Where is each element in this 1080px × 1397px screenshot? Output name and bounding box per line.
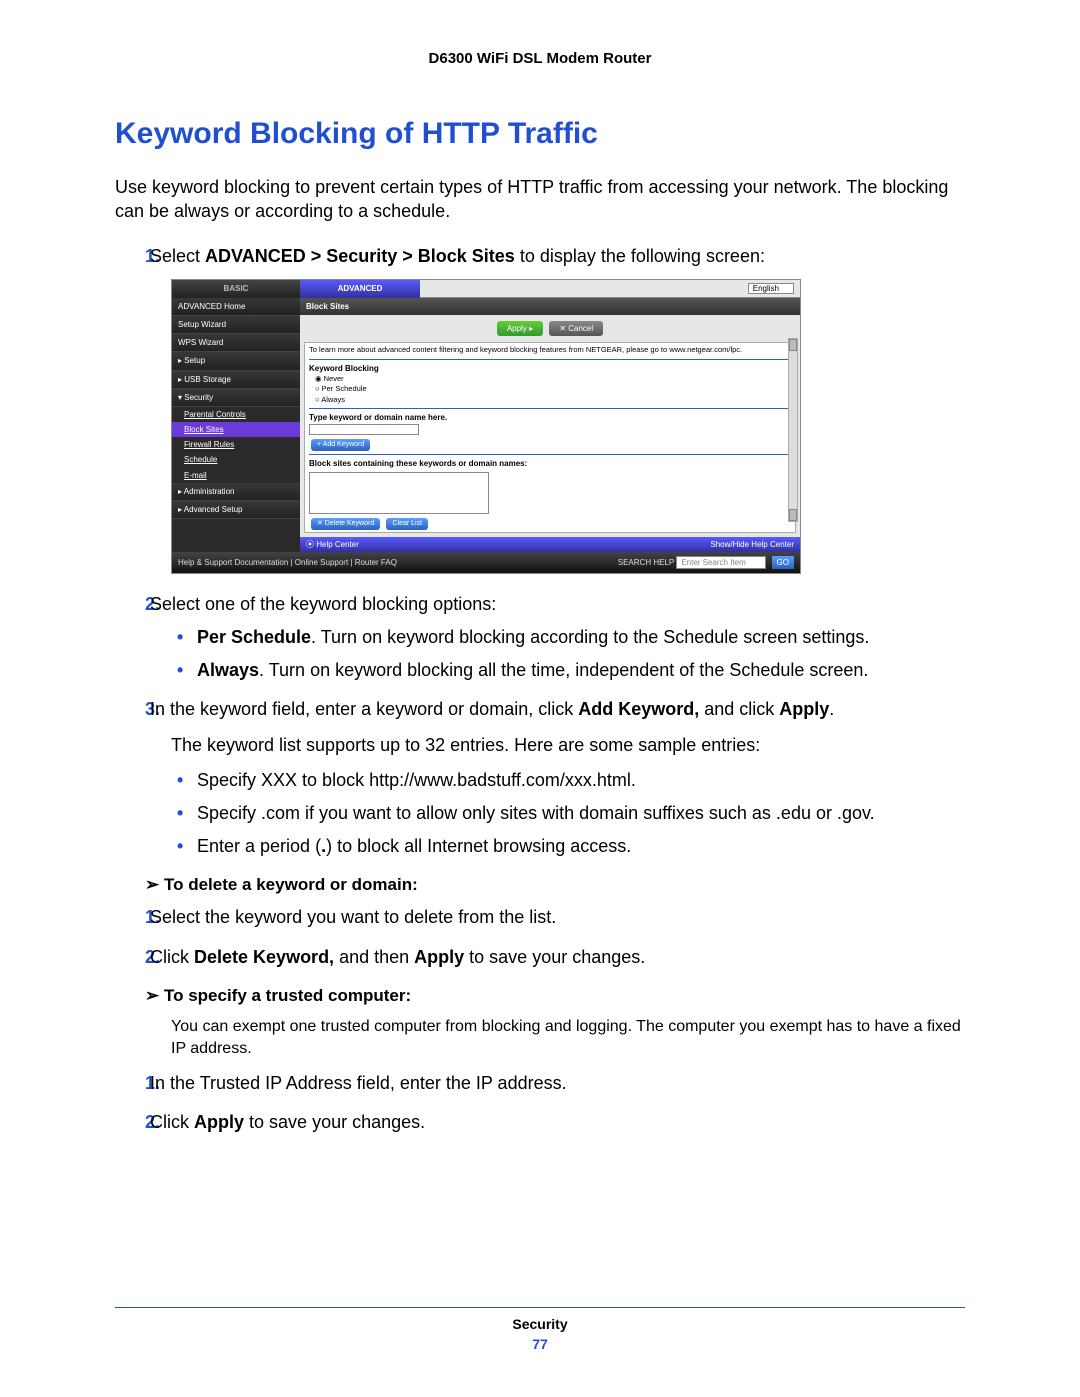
sidebar-sub-parental[interactable]: Parental Controls	[172, 407, 300, 422]
step3-note: The keyword list supports up to 32 entri…	[115, 733, 965, 758]
keyword-blocking-label: Keyword Blocking	[309, 364, 379, 373]
step-2: 2. Select one of the keyword blocking op…	[115, 592, 965, 684]
step2-bullet-always: Always. Turn on keyword blocking all the…	[177, 658, 965, 683]
procedure-trusted-heading: To specify a trusted computer:	[115, 986, 965, 1006]
delete-step-2: 2. Click Delete Keyword, and then Apply …	[115, 945, 965, 970]
scrollbar[interactable]	[788, 338, 798, 522]
language-select[interactable]: English	[748, 283, 794, 294]
add-keyword-button[interactable]: + Add Keyword	[311, 439, 370, 451]
keyword-listbox[interactable]	[309, 472, 489, 514]
router-sidebar: ADVANCED Home Setup Wizard WPS Wizard ▸ …	[172, 298, 300, 552]
sidebar-item-advanced-home[interactable]: ADVANCED Home	[172, 298, 300, 316]
section-heading: Keyword Blocking of HTTP Traffic	[115, 117, 965, 151]
type-keyword-label: Type keyword or domain name here.	[309, 413, 447, 422]
step-1: 1. Select ADVANCED > Security > Block Si…	[115, 244, 965, 574]
sidebar-item-usb-storage[interactable]: ▸ USB Storage	[172, 371, 300, 389]
help-center-link[interactable]: ⦿ Help Center	[306, 539, 359, 550]
sidebar-item-advanced-setup[interactable]: ▸ Advanced Setup	[172, 501, 300, 519]
delete-keyword-button[interactable]: ✕ Delete Keyword	[311, 518, 380, 530]
tab-advanced[interactable]: ADVANCED	[300, 280, 420, 298]
router-screenshot: BASIC ADVANCED English ADVANCED Home Set…	[171, 279, 801, 574]
step3-bullet-com: Specify .com if you want to allow only s…	[177, 801, 965, 826]
step-number: 2.	[115, 1110, 145, 1135]
trusted-step-1: 1. In the Trusted IP Address field, ente…	[115, 1071, 965, 1096]
main-steps-list: 1. Select ADVANCED > Security > Block Si…	[115, 244, 965, 860]
step-number: 1.	[115, 244, 145, 269]
procedure-delete-heading: To delete a keyword or domain:	[115, 875, 965, 895]
step-number: 2.	[115, 945, 145, 970]
sidebar-item-setup-wizard[interactable]: Setup Wizard	[172, 316, 300, 334]
trusted-intro: You can exempt one trusted computer from…	[115, 1016, 965, 1061]
step-number: 1.	[115, 905, 145, 930]
step3-bullet-xxx: Specify XXX to block http://www.badstuff…	[177, 768, 965, 793]
router-main-panel: Block Sites Apply ▸ ✕ Cancel To learn mo…	[300, 298, 800, 552]
keyword-input[interactable]	[309, 424, 419, 435]
trusted-step-2: 2. Click Apply to save your changes.	[115, 1110, 965, 1135]
step1-pre: Select	[150, 246, 205, 266]
clear-list-button[interactable]: Clear List	[386, 518, 428, 530]
radio-never[interactable]: ◉ Never	[309, 374, 791, 385]
sidebar-item-security[interactable]: ▾ Security	[172, 389, 300, 407]
step3-bullet-period: Enter a period (.) to block all Internet…	[177, 834, 965, 859]
panel-title-block-sites: Block Sites	[300, 298, 800, 315]
show-hide-help-link[interactable]: Show/Hide Help Center	[710, 539, 794, 550]
step1-path-bold: ADVANCED > Security > Block Sites	[205, 246, 515, 266]
delete-step-1: 1. Select the keyword you want to delete…	[115, 905, 965, 930]
help-support-links[interactable]: Help & Support Documentation | Online Su…	[178, 557, 397, 568]
sidebar-sub-block-sites[interactable]: Block Sites	[172, 422, 300, 437]
apply-button[interactable]: Apply ▸	[497, 321, 543, 336]
block-list-label: Block sites containing these keywords or…	[309, 459, 527, 468]
cancel-button[interactable]: ✕ Cancel	[549, 321, 603, 336]
sidebar-item-wps-wizard[interactable]: WPS Wizard	[172, 334, 300, 352]
radio-per-schedule[interactable]: ○ Per Schedule	[309, 384, 791, 395]
info-note: To learn more about advanced content fil…	[309, 345, 791, 356]
tab-basic[interactable]: BASIC	[172, 280, 300, 298]
sidebar-item-setup[interactable]: ▸ Setup	[172, 352, 300, 370]
step-number: 1.	[115, 1071, 145, 1096]
sidebar-sub-schedule[interactable]: Schedule	[172, 452, 300, 467]
step-3: 3. In the keyword field, enter a keyword…	[115, 697, 965, 859]
step2-bullet-per-schedule: Per Schedule. Turn on keyword blocking a…	[177, 625, 965, 650]
step-number: 2.	[115, 592, 145, 617]
sidebar-sub-email[interactable]: E-mail	[172, 468, 300, 483]
footer-chapter: Security	[115, 1316, 965, 1332]
section-intro: Use keyword blocking to prevent certain …	[115, 175, 965, 224]
sidebar-sub-firewall[interactable]: Firewall Rules	[172, 437, 300, 452]
step-number: 3.	[115, 697, 145, 722]
footer-page-number: 77	[115, 1336, 965, 1352]
sidebar-item-administration[interactable]: ▸ Administration	[172, 483, 300, 501]
page-footer: Security 77	[115, 1307, 965, 1352]
search-help-input[interactable]: Enter Search Item	[676, 556, 766, 569]
step1-post: to display the following screen:	[515, 246, 765, 266]
search-go-button[interactable]: GO	[772, 556, 794, 569]
page-header-product: D6300 WiFi DSL Modem Router	[115, 50, 965, 67]
search-help-label: SEARCH HELP	[618, 558, 674, 567]
radio-always[interactable]: ○ Always	[309, 395, 791, 406]
step2-text: Select one of the keyword blocking optio…	[150, 594, 496, 614]
